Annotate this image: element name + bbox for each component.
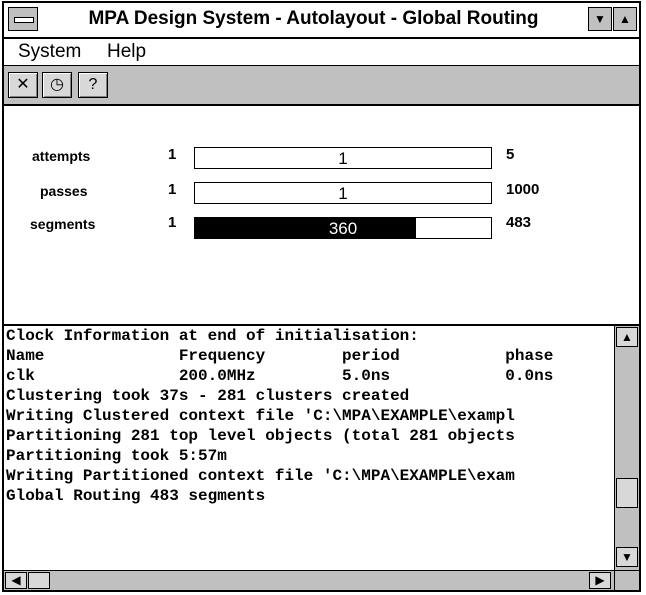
resize-grip[interactable] [614,570,639,590]
segments-progress-bar: 360 [194,217,492,239]
menu-bar: System Help [4,39,639,66]
segments-max: 483 [506,214,532,231]
attempts-max: 5 [506,146,515,163]
passes-max: 1000 [506,181,540,198]
log-line: Clock Information at end of initialisati… [6,327,419,345]
log-line: Writing Partitioned context file 'C:\MPA… [6,467,515,485]
maximize-button[interactable]: ▲ [613,7,637,31]
passes-progress-bar: 1 [194,182,492,204]
system-menu-bar-icon [14,17,34,23]
menu-system-label: System [18,41,82,62]
horizontal-scrollbar[interactable]: ◀ ▶ [4,570,614,590]
close-x-icon: ✕ [16,76,30,93]
arrow-right-icon: ▶ [595,573,605,587]
help-question-icon: ? [88,76,98,93]
segments-min: 1 [168,214,177,231]
title-bar[interactable]: MPA Design System - Autolayout - Global … [4,3,639,39]
arrow-up-icon: ▲ [621,330,633,344]
scroll-left-button[interactable]: ◀ [5,572,27,589]
log-output[interactable]: Clock Information at end of initialisati… [4,326,614,570]
help-button[interactable]: ? [78,72,108,98]
attempts-progress-bar: 1 [194,147,492,169]
scroll-right-button[interactable]: ▶ [589,572,611,589]
app-window: MPA Design System - Autolayout - Global … [2,1,641,592]
system-menu-button[interactable] [8,7,38,31]
scroll-up-button[interactable]: ▲ [616,327,638,347]
passes-value: 1 [338,184,348,203]
window-title: MPA Design System - Autolayout - Global … [88,8,539,29]
log-line: Partitioning 281 top level objects (tota… [6,427,515,445]
log-line: Clustering took 37s - 281 clusters creat… [6,387,410,405]
log-line: clk 200.0MHz 5.0ns 0.0ns [6,367,554,385]
progress-panel: attempts 1 1 5 passes 1 1 1000 segments … [4,106,639,326]
minimize-button[interactable]: ▼ [588,7,612,31]
clock-button[interactable]: ◷ [42,72,72,98]
vertical-scrollbar[interactable]: ▲ ▼ [614,326,639,570]
arrow-left-icon: ◀ [11,573,21,587]
segments-value: 360 [328,219,358,238]
log-line: Writing Clustered context file 'C:\MPA\E… [6,407,515,425]
log-line: Global Routing 483 segments [6,487,266,505]
attempts-value: 1 [338,149,348,168]
segments-label: segments [30,216,96,232]
menu-help-label: Help [107,41,147,62]
passes-label: passes [40,183,88,199]
scroll-down-button[interactable]: ▼ [616,547,638,567]
log-line: Partitioning took 5:57m [6,447,227,465]
menu-system[interactable]: System [18,41,81,63]
clock-icon: ◷ [50,76,64,93]
toolbar: ✕ ◷ ? [4,66,639,106]
close-x-button[interactable]: ✕ [8,72,38,98]
passes-min: 1 [168,181,177,198]
attempts-min: 1 [168,146,177,163]
menu-help[interactable]: Help [107,41,146,63]
log-line: Name Frequency period phase [6,347,554,365]
horizontal-scroll-thumb[interactable] [28,572,50,589]
attempts-label: attempts [32,148,91,164]
arrow-down-icon: ▼ [621,550,633,564]
vertical-scroll-thumb[interactable] [616,478,638,508]
